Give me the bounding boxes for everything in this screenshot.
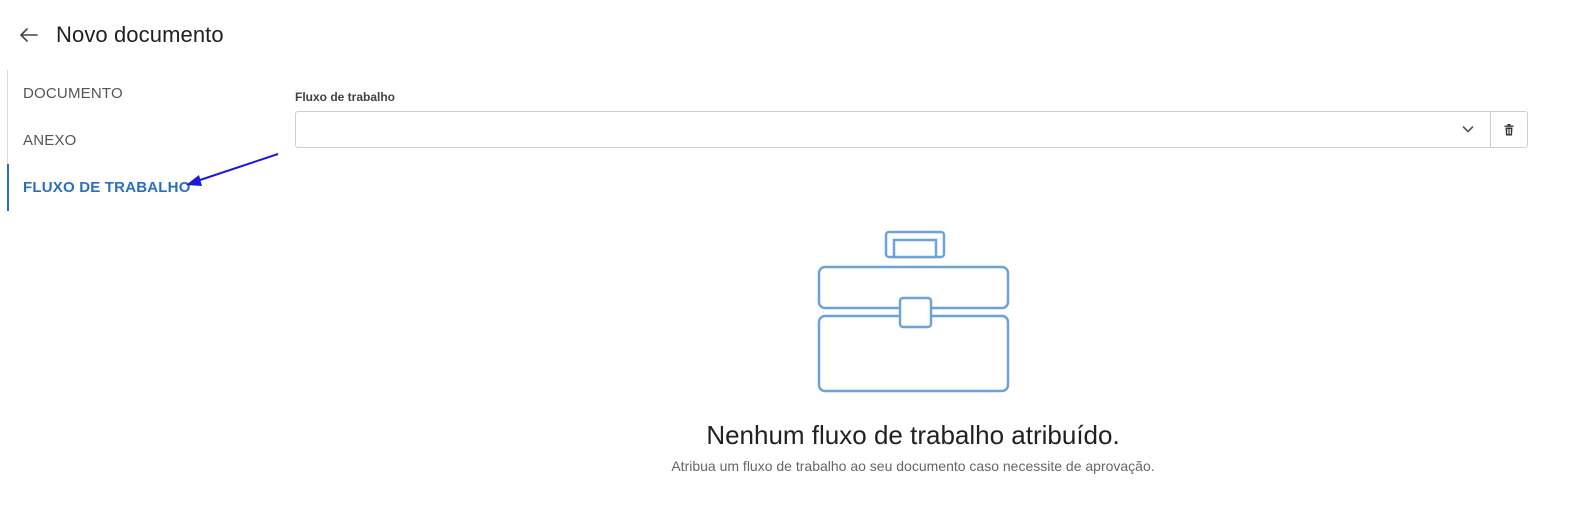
trash-icon <box>1504 123 1514 135</box>
header: Novo documento <box>16 18 224 52</box>
toolbox-icon <box>817 230 1010 393</box>
nav-item-documento[interactable]: DOCUMENTO <box>8 70 247 117</box>
workflow-field-label: Fluxo de trabalho <box>295 90 396 104</box>
page-title: Novo documento <box>56 22 224 47</box>
workflow-select[interactable] <box>295 111 1491 148</box>
clear-workflow-button[interactable] <box>1491 111 1528 148</box>
back-button[interactable] <box>16 20 42 50</box>
empty-state-subtitle: Atribua um fluxo de trabalho ao seu docu… <box>671 458 1155 474</box>
empty-state-title: Nenhum fluxo de trabalho atribuído. <box>706 420 1120 450</box>
chevron-down-icon <box>1462 126 1474 133</box>
annotation-arrow <box>186 153 279 186</box>
page: Novo documento DOCUMENTO ANEXO FLUXO DE … <box>0 0 1569 507</box>
arrow-left-icon <box>20 28 38 42</box>
workflow-select-group <box>295 111 1528 148</box>
